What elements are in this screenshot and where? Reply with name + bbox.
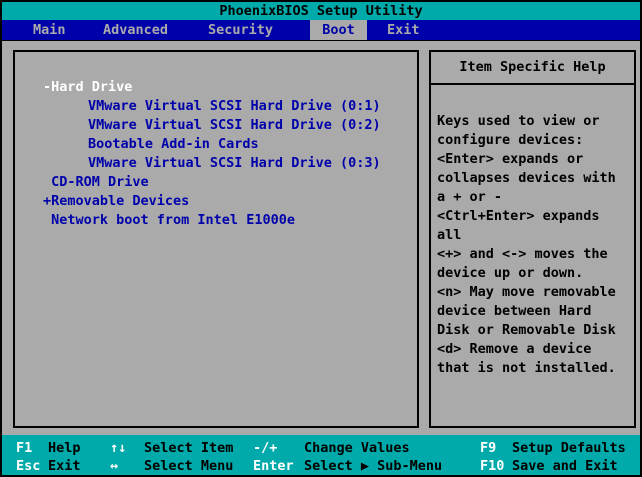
key-esc: Esc xyxy=(16,457,40,476)
key-legend-bar: F1 Help ↑↓ Select Item -/+ Change Values… xyxy=(2,435,640,475)
help-line: <Ctrl+Enter> expands xyxy=(437,207,632,226)
boot-item-vmware-scsi-0-2[interactable]: VMware Virtual SCSI Hard Drive (0:2) xyxy=(15,116,417,135)
boot-device-list: -Hard Drive VMware Virtual SCSI Hard Dri… xyxy=(15,78,417,230)
title-bar: PhoenixBIOS Setup Utility xyxy=(2,2,640,20)
help-line: Keys used to view or xyxy=(437,112,632,131)
action-save-and-exit: Save and Exit xyxy=(512,457,618,476)
help-line: collapses devices with xyxy=(437,169,632,188)
menu-bar: Main Advanced Security Boot Exit xyxy=(2,20,640,41)
key-f10: F10 xyxy=(480,457,504,476)
tab-advanced[interactable]: Advanced xyxy=(103,20,168,40)
tab-exit[interactable]: Exit xyxy=(387,20,420,40)
help-line: Disk or Removable Disk xyxy=(437,321,632,340)
help-line: a + or - xyxy=(437,188,632,207)
action-select-submenu: Select ▶ Sub-Menu xyxy=(304,457,442,476)
tab-boot[interactable]: Boot xyxy=(310,20,367,40)
action-change-values: Change Values xyxy=(304,439,410,458)
help-line: configure devices: xyxy=(437,131,632,150)
boot-device-list-box: -Hard Drive VMware Virtual SCSI Hard Dri… xyxy=(13,50,419,428)
help-line: <d> Remove a device xyxy=(437,340,632,359)
help-line: device between Hard xyxy=(437,302,632,321)
boot-item-vmware-scsi-0-3[interactable]: VMware Virtual SCSI Hard Drive (0:3) xyxy=(15,154,417,173)
help-panel-body: Keys used to view or configure devices: … xyxy=(431,85,634,378)
help-line: that is not installed. xyxy=(437,359,632,378)
tab-security[interactable]: Security xyxy=(208,20,273,40)
help-line: <+> and <-> moves the xyxy=(437,245,632,264)
boot-item-cdrom-drive[interactable]: CD-ROM Drive xyxy=(15,173,417,192)
action-select-menu: Select Menu xyxy=(144,457,233,476)
help-line: <Enter> expands or xyxy=(437,150,632,169)
action-help: Help xyxy=(48,439,81,458)
boot-item-network-boot[interactable]: Network boot from Intel E1000e xyxy=(15,211,417,230)
key-updown-arrows: ↑↓ xyxy=(110,439,126,458)
help-panel: Item Specific Help Keys used to view or … xyxy=(429,50,636,428)
help-line: device up or down. xyxy=(437,264,632,283)
help-panel-title: Item Specific Help xyxy=(431,52,634,85)
tab-main[interactable]: Main xyxy=(33,20,66,40)
action-setup-defaults: Setup Defaults xyxy=(512,439,626,458)
app-title: PhoenixBIOS Setup Utility xyxy=(219,3,422,19)
action-select-item: Select Item xyxy=(144,439,233,458)
action-exit: Exit xyxy=(48,457,81,476)
bios-setup-screen: PhoenixBIOS Setup Utility Main Advanced … xyxy=(0,0,642,477)
help-line: <n> May move removable xyxy=(437,283,632,302)
boot-item-removable-devices[interactable]: +Removable Devices xyxy=(15,192,417,211)
key-enter: Enter xyxy=(253,457,294,476)
key-leftright-arrows: ↔ xyxy=(110,457,118,476)
boot-item-bootable-addin-cards[interactable]: Bootable Add-in Cards xyxy=(15,135,417,154)
boot-item-hard-drive[interactable]: -Hard Drive xyxy=(15,78,417,97)
key-f9: F9 xyxy=(480,439,496,458)
help-line: all xyxy=(437,226,632,245)
key-minus-plus: -/+ xyxy=(253,439,277,458)
boot-item-vmware-scsi-0-1[interactable]: VMware Virtual SCSI Hard Drive (0:1) xyxy=(15,97,417,116)
key-f1: F1 xyxy=(16,439,32,458)
